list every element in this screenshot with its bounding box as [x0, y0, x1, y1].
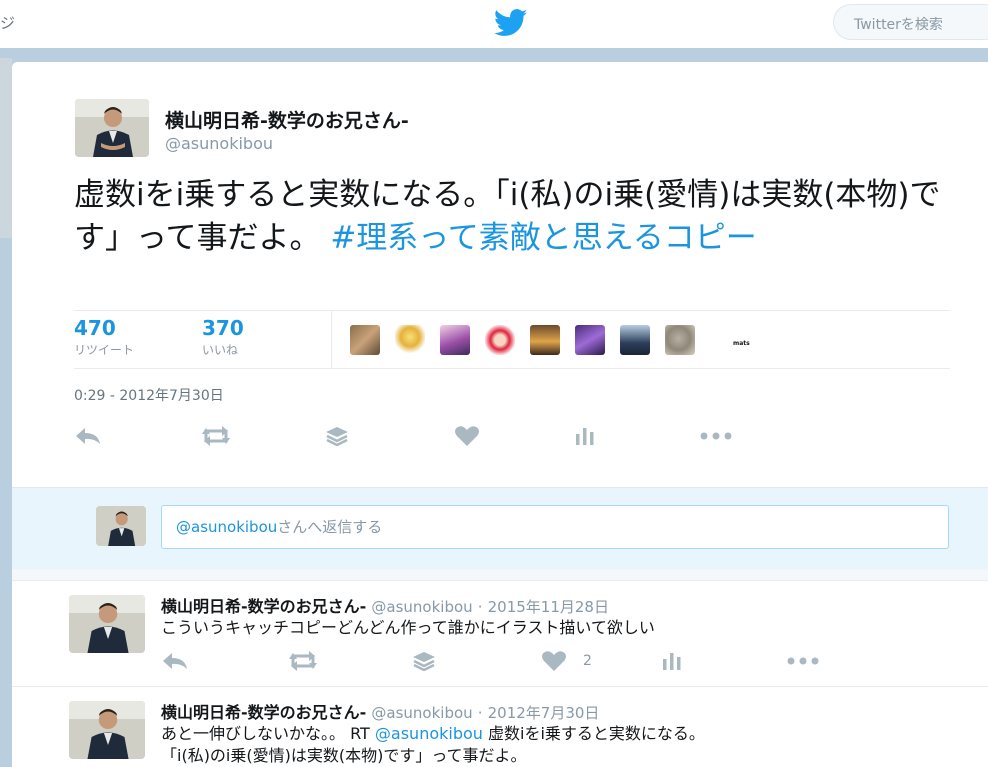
- reply-icon: [163, 653, 187, 669]
- likes-count: 370: [202, 316, 244, 340]
- reply-text-prefix: あと一伸びしないかな。。 RT: [161, 724, 375, 743]
- author-handle[interactable]: @asunokibou: [165, 134, 273, 153]
- stack-button[interactable]: [325, 424, 349, 448]
- retweet-button[interactable]: [287, 649, 319, 673]
- hashtag-link[interactable]: #理系って素敵と思えるコピー: [330, 220, 757, 256]
- reply-text-line2: 「i(私)のi乗(愛情)は実数(本物)です」って事だよ。: [161, 746, 527, 765]
- reply-tweet[interactable]: 横山明日希-数学のお兄さん- @asunokibou · 2012年7月30日 …: [12, 687, 988, 767]
- nav-item-fragment[interactable]: ジ: [0, 12, 15, 33]
- twitter-bird-icon[interactable]: [494, 9, 528, 37]
- retweets-count: 470: [74, 316, 116, 340]
- stack-icon: [413, 652, 435, 671]
- current-user-avatar: [96, 506, 146, 546]
- reply-date[interactable]: 2015年11月28日: [488, 598, 609, 616]
- tweet-timestamp[interactable]: 0:29 - 2012年7月30日: [74, 385, 224, 405]
- liker-avatar[interactable]: [350, 325, 380, 355]
- liker-avatar[interactable]: [620, 325, 650, 355]
- reply-header: 横山明日希-数学のお兄さん- @asunokibou · 2015年11月28日: [161, 593, 609, 617]
- reply-text: こういうキャッチコピーどんどん作って誰かにイラスト描いて欲しい: [161, 618, 655, 637]
- tweet-actions: [74, 424, 774, 448]
- reply-actions: 2: [161, 649, 861, 673]
- stats-divider: [331, 311, 332, 368]
- avatar[interactable]: [69, 701, 145, 759]
- avatar-photo: [75, 99, 149, 157]
- avatar-photo: [96, 506, 146, 546]
- avatar-photo: [69, 701, 145, 759]
- reply-button[interactable]: [74, 424, 102, 448]
- reply-meta-separator: ·: [477, 598, 483, 616]
- avatar[interactable]: [75, 99, 149, 157]
- retweet-icon: [289, 651, 317, 671]
- avatar[interactable]: [69, 595, 145, 653]
- more-button[interactable]: [786, 649, 820, 673]
- reply-text-suffix: 虚数iをi乗すると実数になる。: [482, 724, 705, 743]
- heart-icon: [542, 651, 566, 671]
- like-button[interactable]: [454, 424, 480, 448]
- top-nav-bar: ジ Twitterを検索: [0, 0, 988, 48]
- analytics-icon: [576, 428, 594, 445]
- heart-icon: [455, 426, 479, 446]
- reply-author-handle[interactable]: @asunokibou: [371, 598, 472, 616]
- retweets-stat[interactable]: 470 リツイート: [74, 316, 134, 358]
- retweets-label: リツイート: [74, 343, 135, 357]
- retweet-button[interactable]: [200, 424, 232, 448]
- reply-button[interactable]: [161, 649, 189, 673]
- author-name[interactable]: 横山明日希-数学のお兄さん-: [165, 106, 409, 133]
- liker-avatar[interactable]: [575, 325, 605, 355]
- analytics-icon: [663, 653, 681, 670]
- reply-input[interactable]: @asunokibouさんへ返信する: [161, 505, 949, 549]
- liker-avatar[interactable]: [440, 325, 470, 355]
- analytics-button[interactable]: [574, 424, 596, 448]
- likers-more-label[interactable]: mats: [733, 340, 750, 347]
- stack-icon: [326, 427, 348, 446]
- liker-avatar[interactable]: [485, 325, 515, 355]
- reply-date[interactable]: 2012年7月30日: [488, 704, 600, 722]
- tweet-stats: 470 リツイート 370 いいね mats: [74, 310, 950, 369]
- reply-input-placeholder: さんへ返信する: [277, 518, 383, 536]
- reply-author-name[interactable]: 横山明日希-数学のお兄さん-: [161, 703, 366, 722]
- backdrop-edge: [0, 58, 12, 238]
- more-dots-icon: [787, 657, 819, 665]
- like-count: 2: [583, 653, 592, 669]
- liker-avatar[interactable]: [530, 325, 560, 355]
- tweet-permalink-card: 横山明日希-数学のお兄さん- @asunokibou 虚数iをi乗すると実数にな…: [12, 62, 988, 767]
- section-gap: [12, 569, 988, 581]
- reply-author-handle[interactable]: @asunokibou: [371, 704, 472, 722]
- reply-mention-link[interactable]: @asunokibou: [375, 724, 483, 743]
- stack-button[interactable]: [412, 649, 436, 673]
- likes-label: いいね: [202, 343, 239, 357]
- retweet-icon: [202, 426, 230, 446]
- search-input[interactable]: Twitterを検索: [833, 4, 988, 40]
- liker-avatar[interactable]: [665, 325, 695, 355]
- liker-avatar[interactable]: [395, 325, 425, 355]
- more-button[interactable]: [699, 424, 733, 448]
- search-placeholder: Twitterを検索: [854, 17, 943, 33]
- reply-compose-area: @asunokibouさんへ返信する: [12, 487, 988, 569]
- reply-icon: [76, 428, 100, 444]
- reply-text: あと一伸びしないかな。。 RT @asunokibou 虚数iをi乗すると実数に…: [161, 723, 961, 767]
- reply-input-mention: @asunokibou: [176, 518, 278, 536]
- analytics-button[interactable]: [661, 649, 683, 673]
- likes-stat[interactable]: 370 いいね: [202, 316, 244, 358]
- reply-meta-separator: ·: [477, 704, 483, 722]
- reply-tweet[interactable]: 横山明日希-数学のお兄さん- @asunokibou · 2015年11月28日…: [12, 581, 988, 685]
- tweet-text: 虚数iをi乗すると実数になる。「i(私)のi乗(愛情)は実数(本物)です」って事…: [74, 174, 954, 260]
- like-button[interactable]: 2: [541, 649, 592, 673]
- reply-author-name[interactable]: 横山明日希-数学のお兄さん-: [161, 597, 366, 616]
- reply-header: 横山明日希-数学のお兄さん- @asunokibou · 2012年7月30日: [161, 699, 599, 723]
- more-dots-icon: [700, 432, 732, 440]
- avatar-photo: [69, 595, 145, 653]
